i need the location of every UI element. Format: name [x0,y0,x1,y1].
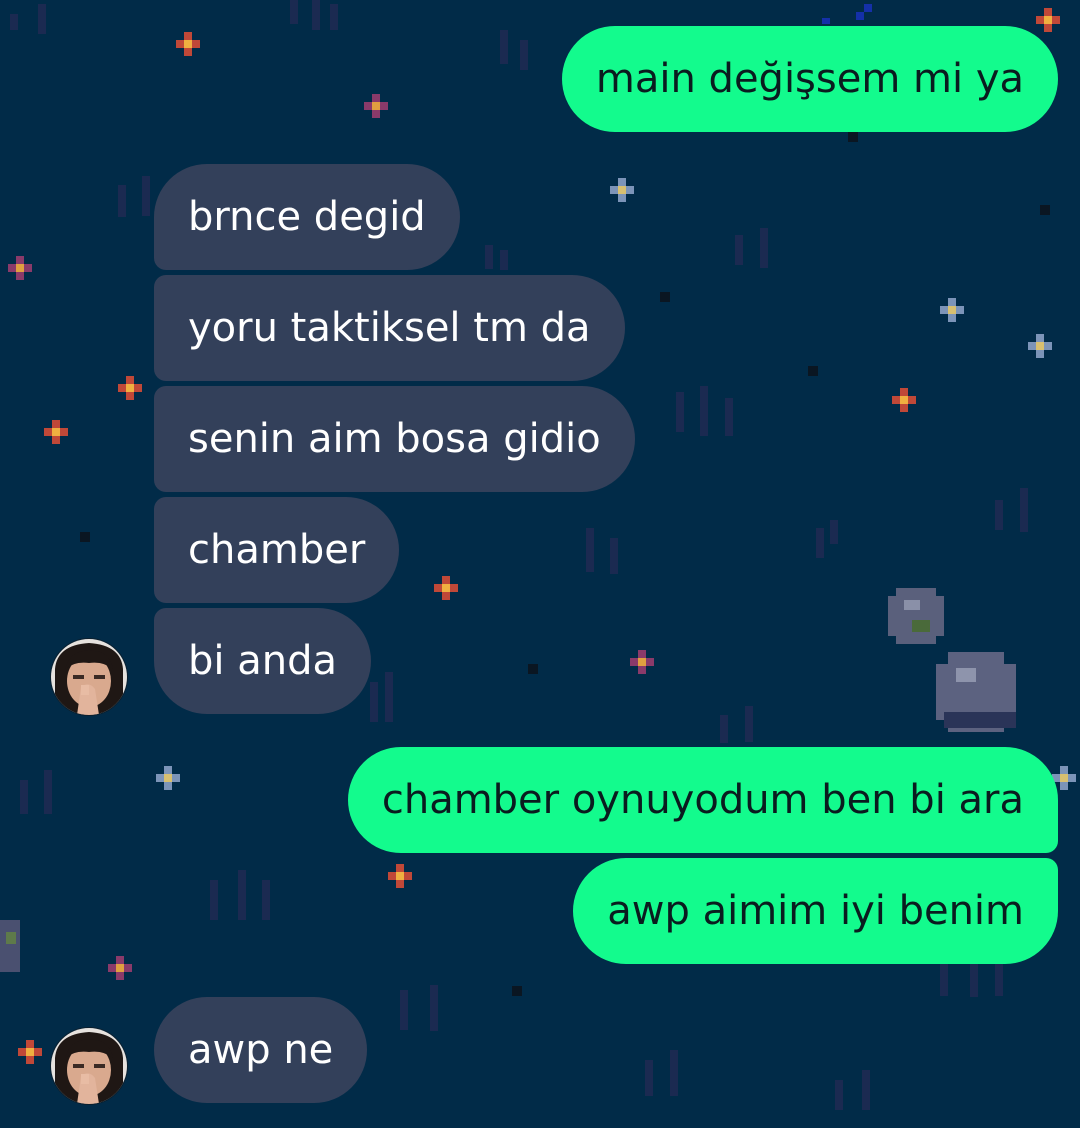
incoming-message[interactable]: senin aim bosa gidio [154,386,635,492]
chat-view[interactable]: main değişsem mi ya brnce degid yoru tak… [0,0,1080,1128]
outgoing-message[interactable]: awp aimim iyi benim [573,858,1058,964]
incoming-message[interactable]: brnce degid [154,164,460,270]
incoming-message[interactable]: chamber [154,497,400,603]
outgoing-message[interactable]: chamber oynuyodum ben bi ara [347,747,1058,853]
contact-avatar[interactable] [50,1027,128,1105]
avatar-photo-icon [51,639,127,715]
outgoing-message[interactable]: main değişsem mi ya [561,26,1058,132]
contact-avatar[interactable] [50,638,128,716]
incoming-message[interactable]: yoru taktiksel tm da [154,275,625,381]
incoming-message[interactable]: awp ne [154,997,368,1103]
incoming-message[interactable]: bi anda [154,608,371,714]
avatar-photo-icon [51,1028,127,1104]
